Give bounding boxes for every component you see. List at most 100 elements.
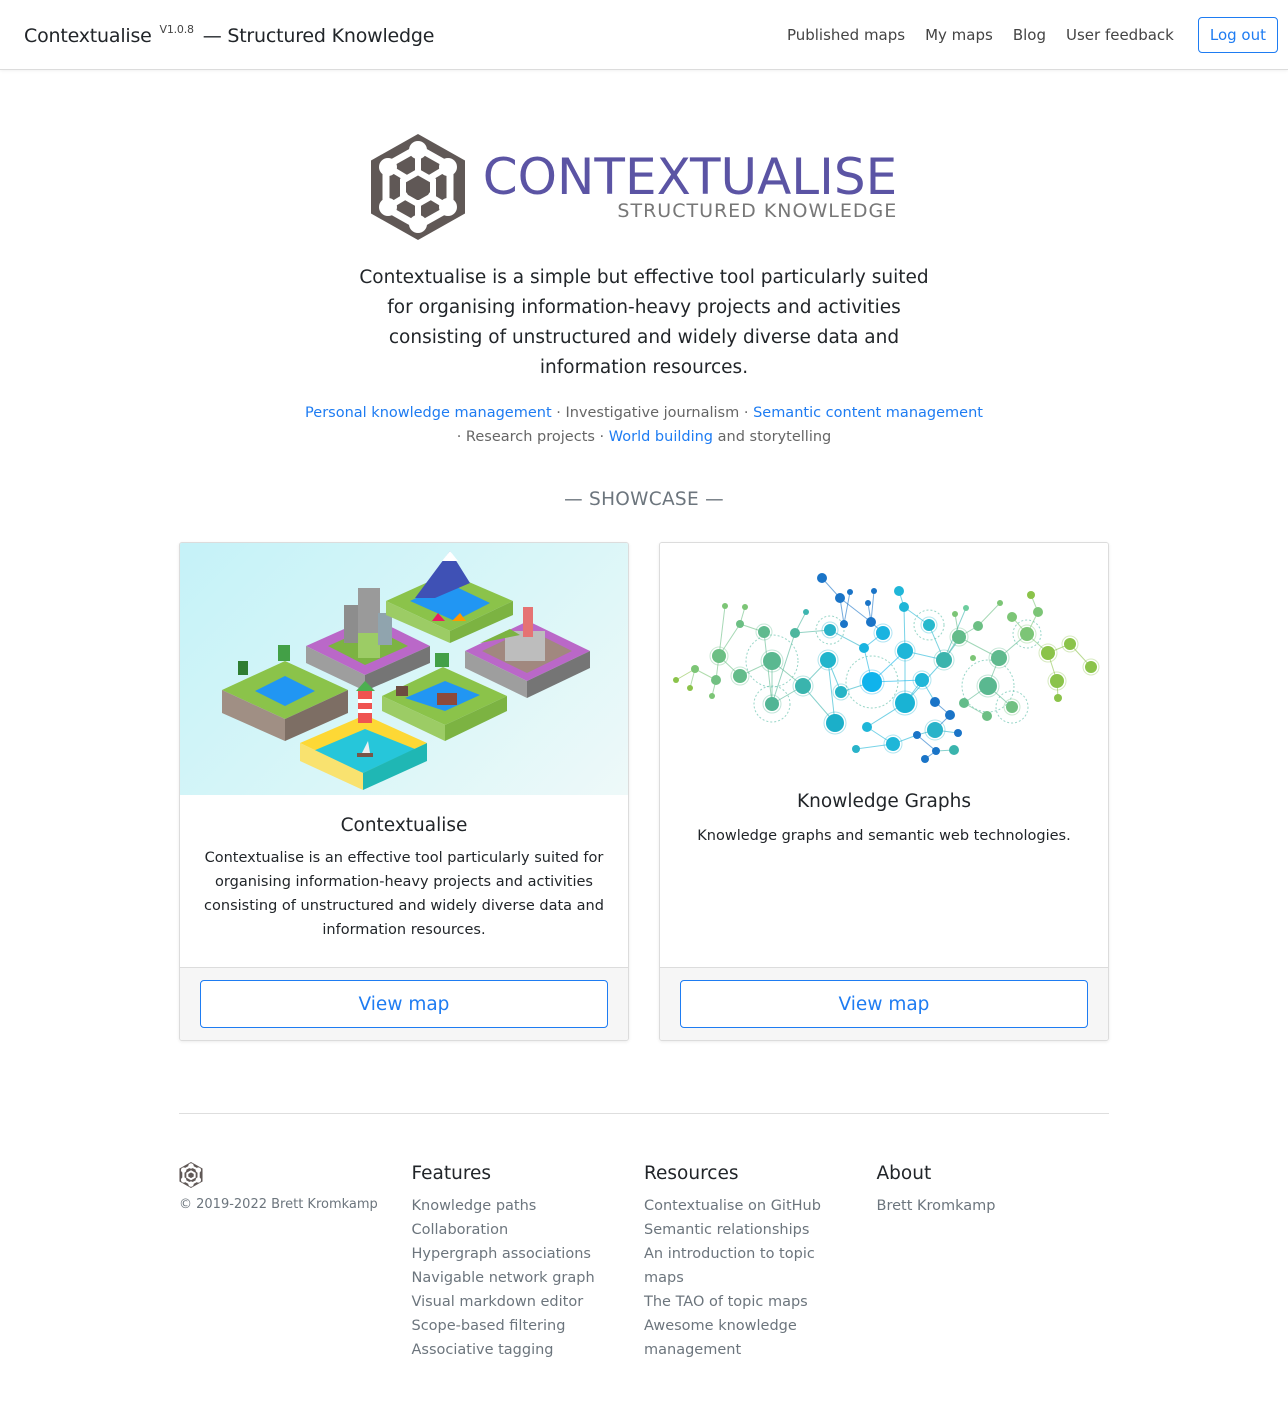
- graph-node: [722, 603, 728, 609]
- footer-link[interactable]: Awesome knowledge management: [644, 1318, 797, 1358]
- graph-node: [687, 685, 693, 691]
- graph-node: [1020, 627, 1034, 641]
- graph-node: [949, 745, 959, 755]
- nav-my-maps[interactable]: My maps: [925, 26, 993, 44]
- nav-blog[interactable]: Blog: [1013, 26, 1046, 44]
- version-badge: V1.0.8: [159, 22, 195, 36]
- footer-heading: About: [876, 1163, 932, 1184]
- graph-node: [997, 600, 1003, 606]
- logo: CONTEXTUALISE STRUCTURED KNOWLEDGE: [0, 133, 1288, 241]
- tag-world-building[interactable]: World building: [609, 429, 713, 445]
- footer-link[interactable]: Hypergraph associations: [412, 1246, 591, 1262]
- graph-node: [886, 737, 900, 751]
- mountain-tile: [386, 551, 513, 643]
- graph-node: [826, 714, 844, 732]
- graph-node: [691, 665, 699, 673]
- view-map-button[interactable]: View map: [200, 980, 608, 1028]
- footer-link[interactable]: Visual markdown editor: [412, 1294, 584, 1310]
- footer-link[interactable]: Associative tagging: [412, 1342, 554, 1358]
- graph-node: [899, 602, 909, 612]
- footer-brand: © 2019-2022 Brett Kromkamp: [179, 1162, 412, 1362]
- use-case-tags: Personal knowledge management · Investig…: [294, 401, 994, 449]
- card-footer: View map: [180, 967, 628, 1040]
- hero: CONTEXTUALISE STRUCTURED KNOWLEDGE Conte…: [0, 133, 1288, 510]
- graph-node: [840, 620, 848, 628]
- graph-node: [824, 624, 836, 636]
- card-body: Contextualise Contextualise is an effect…: [180, 795, 628, 967]
- hexagon-molecule-icon: [179, 1162, 203, 1188]
- footer-link[interactable]: The TAO of topic maps: [644, 1294, 808, 1310]
- tag-personal-knowledge-management[interactable]: Personal knowledge management: [305, 405, 552, 421]
- network-graph-image: [660, 543, 1108, 769]
- footer-link[interactable]: Collaboration: [412, 1222, 509, 1238]
- footer-link[interactable]: Semantic relationships: [644, 1222, 809, 1238]
- view-map-button[interactable]: View map: [680, 980, 1088, 1028]
- graph-node: [876, 626, 890, 640]
- graph-node: [913, 731, 921, 739]
- graph-edge: [843, 591, 851, 625]
- graph-node: [915, 673, 929, 687]
- logo-title: CONTEXTUALISE: [482, 148, 898, 206]
- graph-node: [758, 626, 770, 638]
- footer: © 2019-2022 Brett Kromkamp Features Know…: [179, 1113, 1109, 1422]
- graph-node: [930, 697, 940, 707]
- showcase-cards: Contextualise Contextualise is an effect…: [0, 542, 1288, 1041]
- graph-node: [1027, 591, 1035, 599]
- footer-link[interactable]: Brett Kromkamp: [877, 1198, 996, 1214]
- footer-link[interactable]: Knowledge paths: [412, 1198, 537, 1214]
- tag-semantic-content-management[interactable]: Semantic content management: [753, 405, 983, 421]
- tag-suffix: and storytelling: [713, 429, 832, 445]
- card-description: Contextualise is an effective tool parti…: [204, 850, 604, 938]
- nav-user-feedback[interactable]: User feedback: [1066, 26, 1174, 44]
- graph-node: [865, 600, 871, 606]
- graph-node: [1006, 701, 1018, 713]
- card-title: Contextualise: [340, 815, 468, 836]
- graph-node: [736, 620, 744, 628]
- graph-node: [866, 617, 876, 627]
- graph-node: [733, 669, 747, 683]
- graph-node: [742, 604, 748, 610]
- graph-node: [852, 745, 860, 753]
- footer-link[interactable]: Navigable network graph: [412, 1270, 595, 1286]
- graph-node: [963, 605, 969, 611]
- graph-node: [894, 586, 904, 596]
- graph-node: [936, 652, 952, 668]
- graph-node: [952, 630, 966, 644]
- graph-node: [982, 711, 992, 721]
- footer-about: About Brett Kromkamp: [877, 1162, 1110, 1362]
- tag-separator: · Research projects ·: [456, 429, 609, 445]
- graph-node: [979, 677, 997, 695]
- graph-node: [1054, 694, 1062, 702]
- isometric-world-image: [180, 543, 628, 795]
- footer-resources: Resources Contextualise on GitHub Semant…: [644, 1162, 877, 1362]
- nav-published-maps[interactable]: Published maps: [787, 26, 905, 44]
- graph-node: [1033, 607, 1043, 617]
- graph-node: [673, 677, 679, 683]
- logout-button[interactable]: Log out: [1197, 16, 1278, 53]
- graph-node: [959, 698, 969, 708]
- graph-node: [835, 593, 845, 603]
- graph-node: [921, 755, 929, 763]
- lead-text: Contextualise is a simple but effective …: [359, 267, 929, 378]
- graph-node: [862, 672, 882, 692]
- graph-node: [945, 710, 955, 720]
- graph-node: [927, 722, 943, 738]
- graph-node: [1064, 638, 1076, 650]
- graph-node: [1085, 661, 1097, 673]
- graph-node: [952, 611, 958, 617]
- graph-node: [973, 621, 983, 631]
- graph-node: [835, 686, 847, 698]
- footer-heading: Resources: [644, 1163, 739, 1184]
- graph-node: [1041, 646, 1055, 660]
- footer-link[interactable]: An introduction to topic maps: [644, 1246, 815, 1286]
- graph-node: [991, 650, 1007, 666]
- graph-node: [795, 678, 811, 694]
- footer-link[interactable]: Contextualise on GitHub: [644, 1198, 821, 1214]
- brand-tagline: — Structured Knowledge: [202, 24, 435, 47]
- footer-features: Features Knowledge paths Collaboration H…: [412, 1162, 645, 1362]
- graph-node: [871, 588, 877, 594]
- brand[interactable]: Contextualise V1.0.8 — Structured Knowle…: [24, 23, 434, 47]
- footer-link[interactable]: Scope-based filtering: [412, 1318, 566, 1334]
- hexagon-molecule-icon: [370, 134, 465, 240]
- graph-node: [790, 628, 800, 638]
